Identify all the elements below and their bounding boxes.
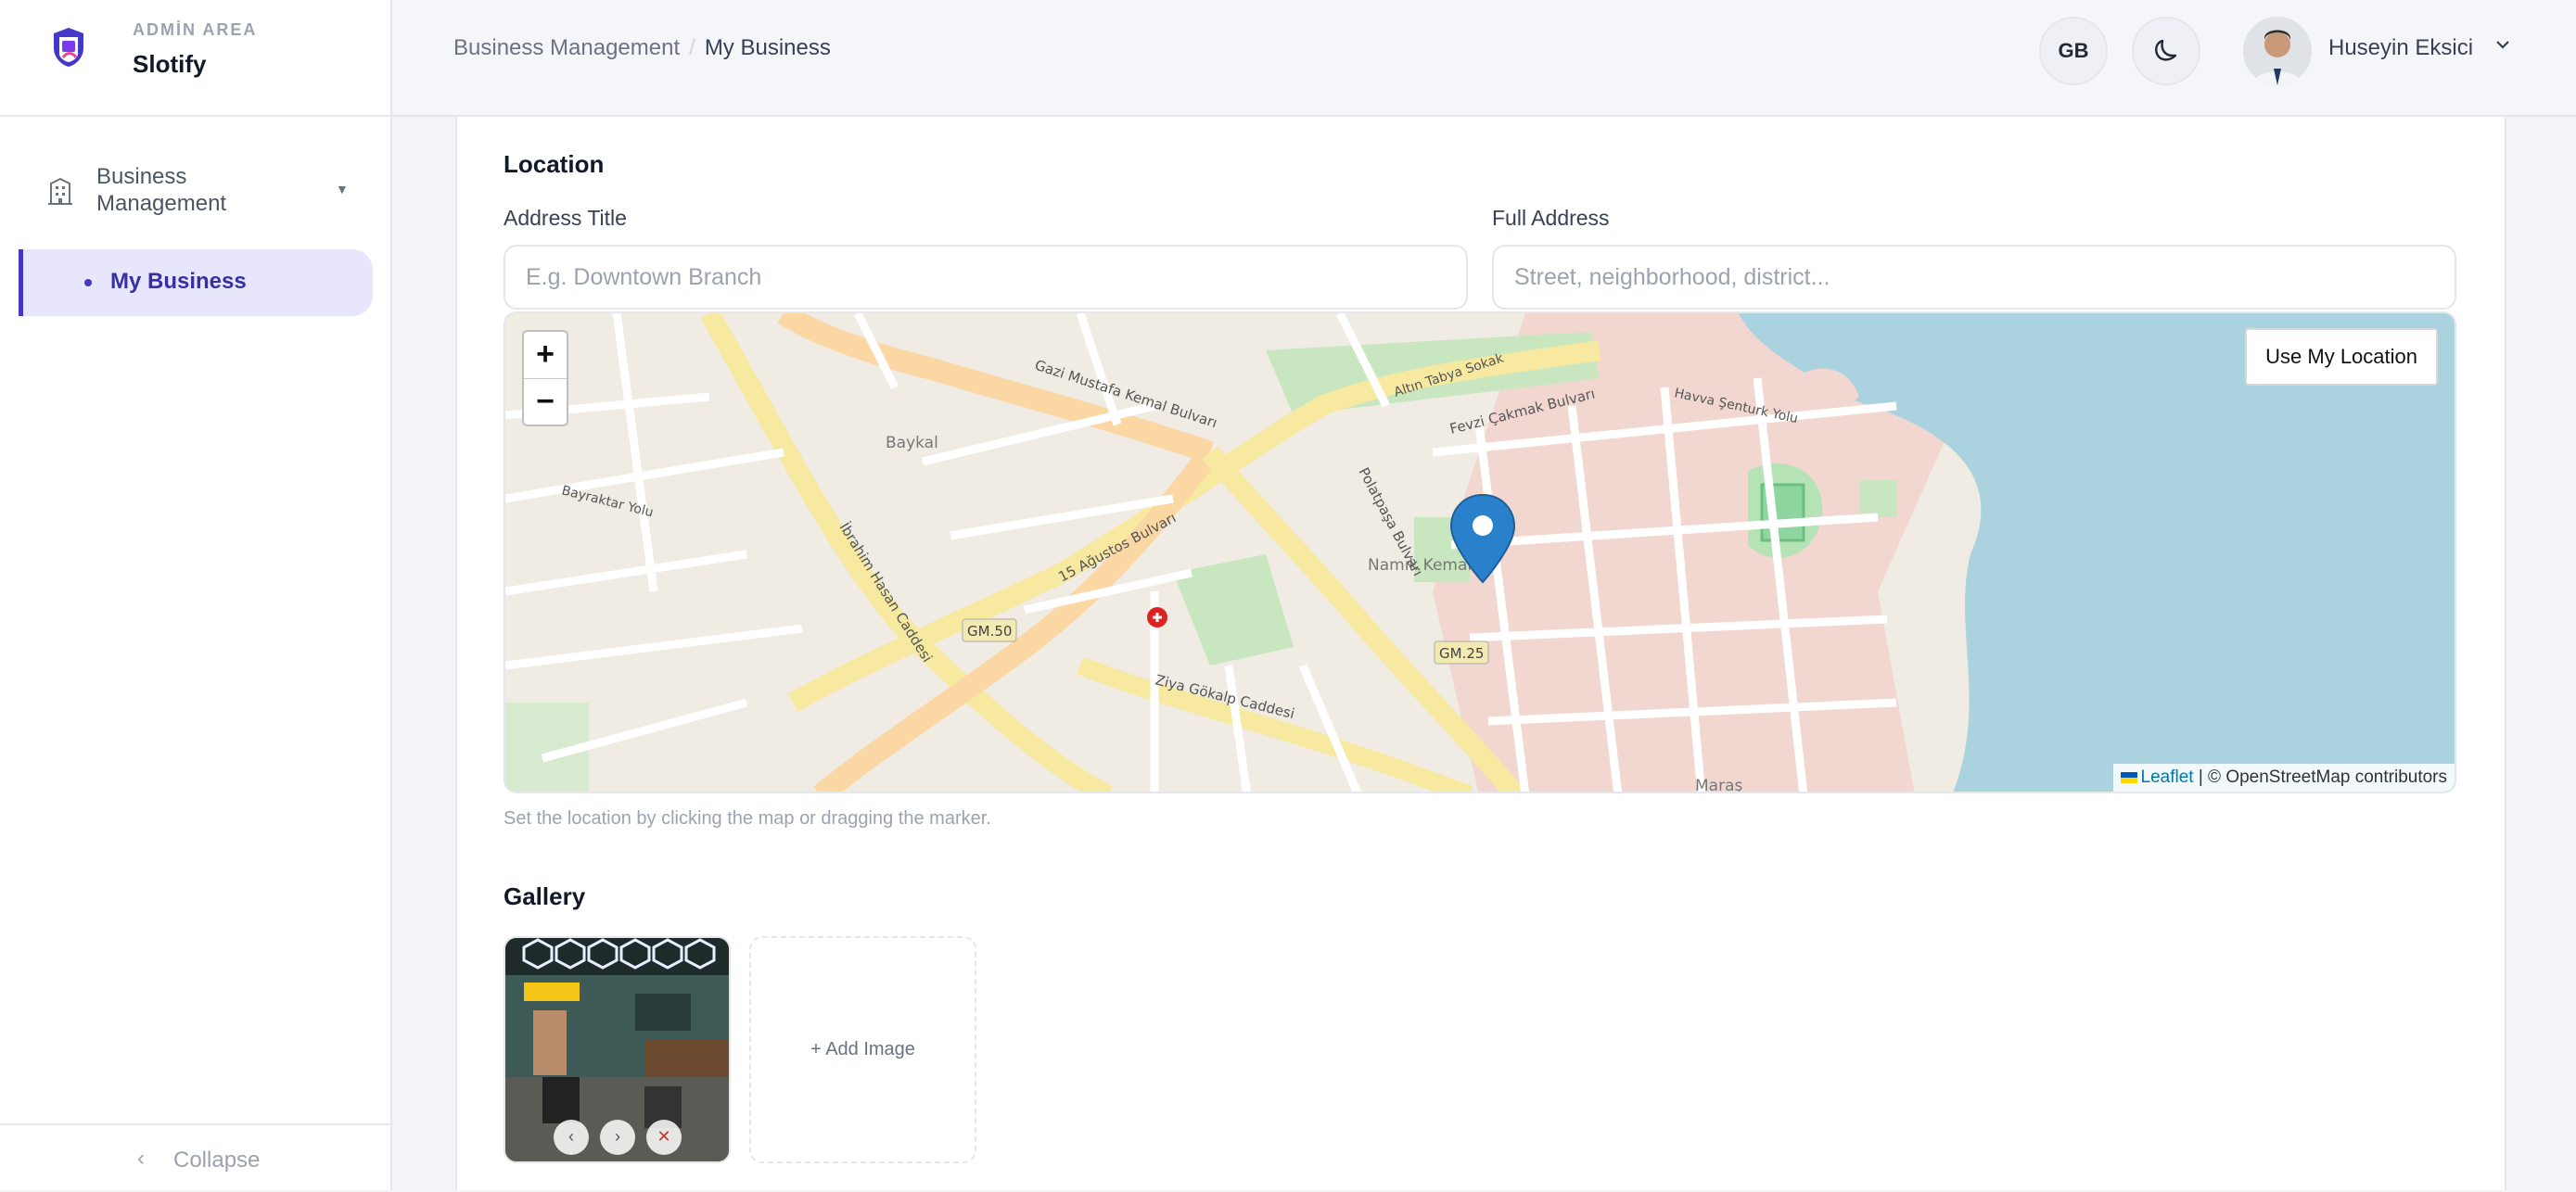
sidebar-item-my-business[interactable]: My Business [19, 249, 373, 316]
gallery-title: Gallery [504, 882, 586, 910]
theme-toggle-button[interactable] [2132, 17, 2200, 85]
leaflet-link[interactable]: Leaflet [2141, 767, 2194, 787]
chevron-left-icon: ‹ [137, 1146, 145, 1171]
breadcrumb: Business Management / My Business [453, 35, 831, 61]
avatar-image [2243, 17, 2312, 85]
map-road-badge: GM.25 [1439, 645, 1484, 662]
brand-name: Slotify [133, 50, 207, 78]
prev-image-button[interactable]: ‹ [554, 1120, 589, 1155]
caret-down-icon: ▼ [336, 182, 349, 197]
brand: ADMİN AREA Slotify [0, 0, 392, 117]
add-image-button[interactable]: + Add Image [749, 936, 976, 1163]
map-zoom-control: + − [522, 330, 568, 426]
language-button[interactable]: GB [2039, 17, 2108, 85]
zoom-in-button[interactable]: + [524, 332, 567, 379]
address-title-input[interactable] [504, 245, 1468, 310]
use-my-location-button[interactable]: Use My Location [2245, 328, 2438, 386]
gallery-image[interactable]: ‹ › ✕ [504, 936, 731, 1163]
brand-logo-icon [54, 28, 83, 67]
map-road-badge: GM.50 [967, 623, 1012, 640]
location-map[interactable]: Gazi Mustafa Kemal Bulvarı Fevzi Çakmak … [504, 311, 2456, 793]
breadcrumb-separator: / [689, 35, 695, 60]
full-address-label: Full Address [1492, 206, 1610, 230]
collapse-button[interactable]: ‹ Collapse [0, 1123, 390, 1192]
brand-area-label: ADMİN AREA [133, 20, 258, 39]
breadcrumb-item[interactable]: Business Management [453, 35, 680, 60]
next-image-button[interactable]: › [600, 1120, 635, 1155]
sidebar-group-label: Business Management [96, 164, 227, 216]
address-title-label: Address Title [504, 206, 627, 230]
top-header: Business Management / My Business GB Husey… [392, 0, 2576, 117]
zoom-out-button[interactable]: − [524, 379, 567, 425]
map-label: Maraş [1695, 777, 1742, 793]
full-address-input[interactable] [1492, 245, 2456, 310]
chevron-down-icon[interactable] [2493, 35, 2512, 54]
moon-icon [2155, 39, 2177, 61]
collapse-label: Collapse [173, 1148, 261, 1173]
sidebar-item-label: My Business [110, 269, 247, 294]
sidebar: ADMİN AREA Slotify Business Management ▼… [0, 0, 392, 1190]
active-dot [84, 279, 92, 286]
user-name[interactable]: Huseyin Eksici [2328, 35, 2473, 61]
sidebar-group-business-management[interactable]: Business Management ▼ [46, 163, 362, 219]
attribution-text: | © OpenStreetMap contributors [2193, 767, 2447, 787]
map-hint: Set the location by clicking the map or … [504, 808, 991, 829]
remove-image-button[interactable]: ✕ [646, 1120, 682, 1155]
location-title: Location [504, 150, 605, 178]
building-icon [48, 177, 72, 205]
user-avatar[interactable] [2243, 17, 2312, 85]
map-label: Baykal [886, 434, 938, 452]
map-attribution: Leaflet | © OpenStreetMap contributors [2112, 764, 2455, 792]
map-tiles[interactable]: Gazi Mustafa Kemal Bulvarı Fevzi Çakmak … [505, 313, 2456, 793]
breadcrumb-current: My Business [704, 35, 831, 60]
ukraine-flag-icon [2120, 771, 2137, 783]
